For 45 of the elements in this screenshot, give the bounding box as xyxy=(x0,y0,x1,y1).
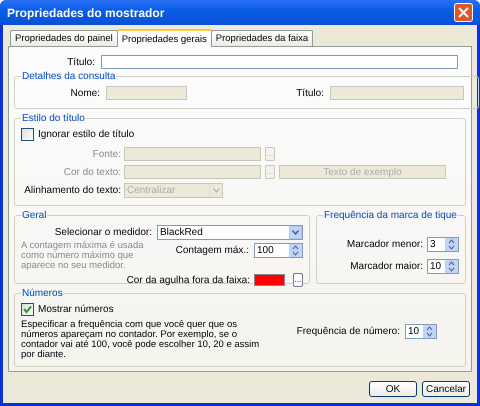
help-text: A contagem máxima é usada como número máximo que aparece no seu medidor. xyxy=(21,241,145,271)
checkbox-label: Ignorar estilo de título xyxy=(38,128,134,140)
field-label: Alinhamento do texto: xyxy=(23,184,122,196)
group-legend: Estilo do título xyxy=(21,113,86,124)
field-label: Selecionar o medidor: xyxy=(54,226,152,238)
group-legend: Números xyxy=(21,288,64,299)
field-label: Título: xyxy=(66,56,96,68)
field-label: Título: xyxy=(295,88,325,98)
checkbox[interactable] xyxy=(21,128,34,140)
browse-button[interactable]: ... xyxy=(293,273,303,287)
close-button[interactable] xyxy=(454,3,473,22)
caret-icon xyxy=(292,230,299,234)
title-input[interactable] xyxy=(101,55,458,69)
group-legend: Frequência da marca de tique xyxy=(323,210,458,221)
field-label: Cor da agulha fora da faixa: xyxy=(126,274,250,286)
number-spinner[interactable]: 10 xyxy=(427,258,459,274)
caret-icon xyxy=(212,188,220,192)
checkbox-label: Mostrar números xyxy=(38,304,114,314)
help-text: Especificar a frequência com que você quer que os números apareçam no contador. Por exemplo, se o contador vai até 100, você pode escolher 10, 20 e assim por diante. xyxy=(21,320,260,360)
group-legend: Detalhes da consulta xyxy=(21,71,116,82)
spin-arrows-icon xyxy=(448,260,455,272)
close-icon xyxy=(458,7,469,18)
window-title: Propriedades do mostrador xyxy=(6,6,164,20)
field-label: Marcador maior: xyxy=(350,260,423,272)
spin-arrows-icon xyxy=(292,244,299,256)
field-label: Cor do texto: xyxy=(62,166,122,178)
field-label: Fonte: xyxy=(92,148,122,160)
tab[interactable]: Propriedades gerais xyxy=(116,29,212,47)
tab[interactable]: Propriedades da faixa xyxy=(210,30,314,46)
number-spinner[interactable]: 10 xyxy=(405,324,437,339)
field-label: Marcador menor: xyxy=(346,238,423,250)
field-label: Frequência de número: xyxy=(296,326,400,337)
tab[interactable]: Propriedades do painel xyxy=(10,30,118,46)
color-swatch[interactable] xyxy=(254,274,285,286)
spin-arrows-icon xyxy=(426,325,433,338)
ok-button[interactable]: OK xyxy=(369,381,417,397)
spin-arrows-icon xyxy=(448,238,455,250)
meter-dropdown[interactable]: BlackRed xyxy=(157,224,303,240)
group-legend: Geral xyxy=(21,210,48,221)
field-label: Nome: xyxy=(70,88,101,98)
field-label: Contagem máx.: xyxy=(176,244,249,256)
cancel-button[interactable]: Cancelar xyxy=(422,381,470,397)
max-count-spinner[interactable]: 100 xyxy=(254,242,303,258)
checkbox[interactable] xyxy=(21,302,34,316)
number-spinner[interactable]: 3 xyxy=(427,236,459,252)
